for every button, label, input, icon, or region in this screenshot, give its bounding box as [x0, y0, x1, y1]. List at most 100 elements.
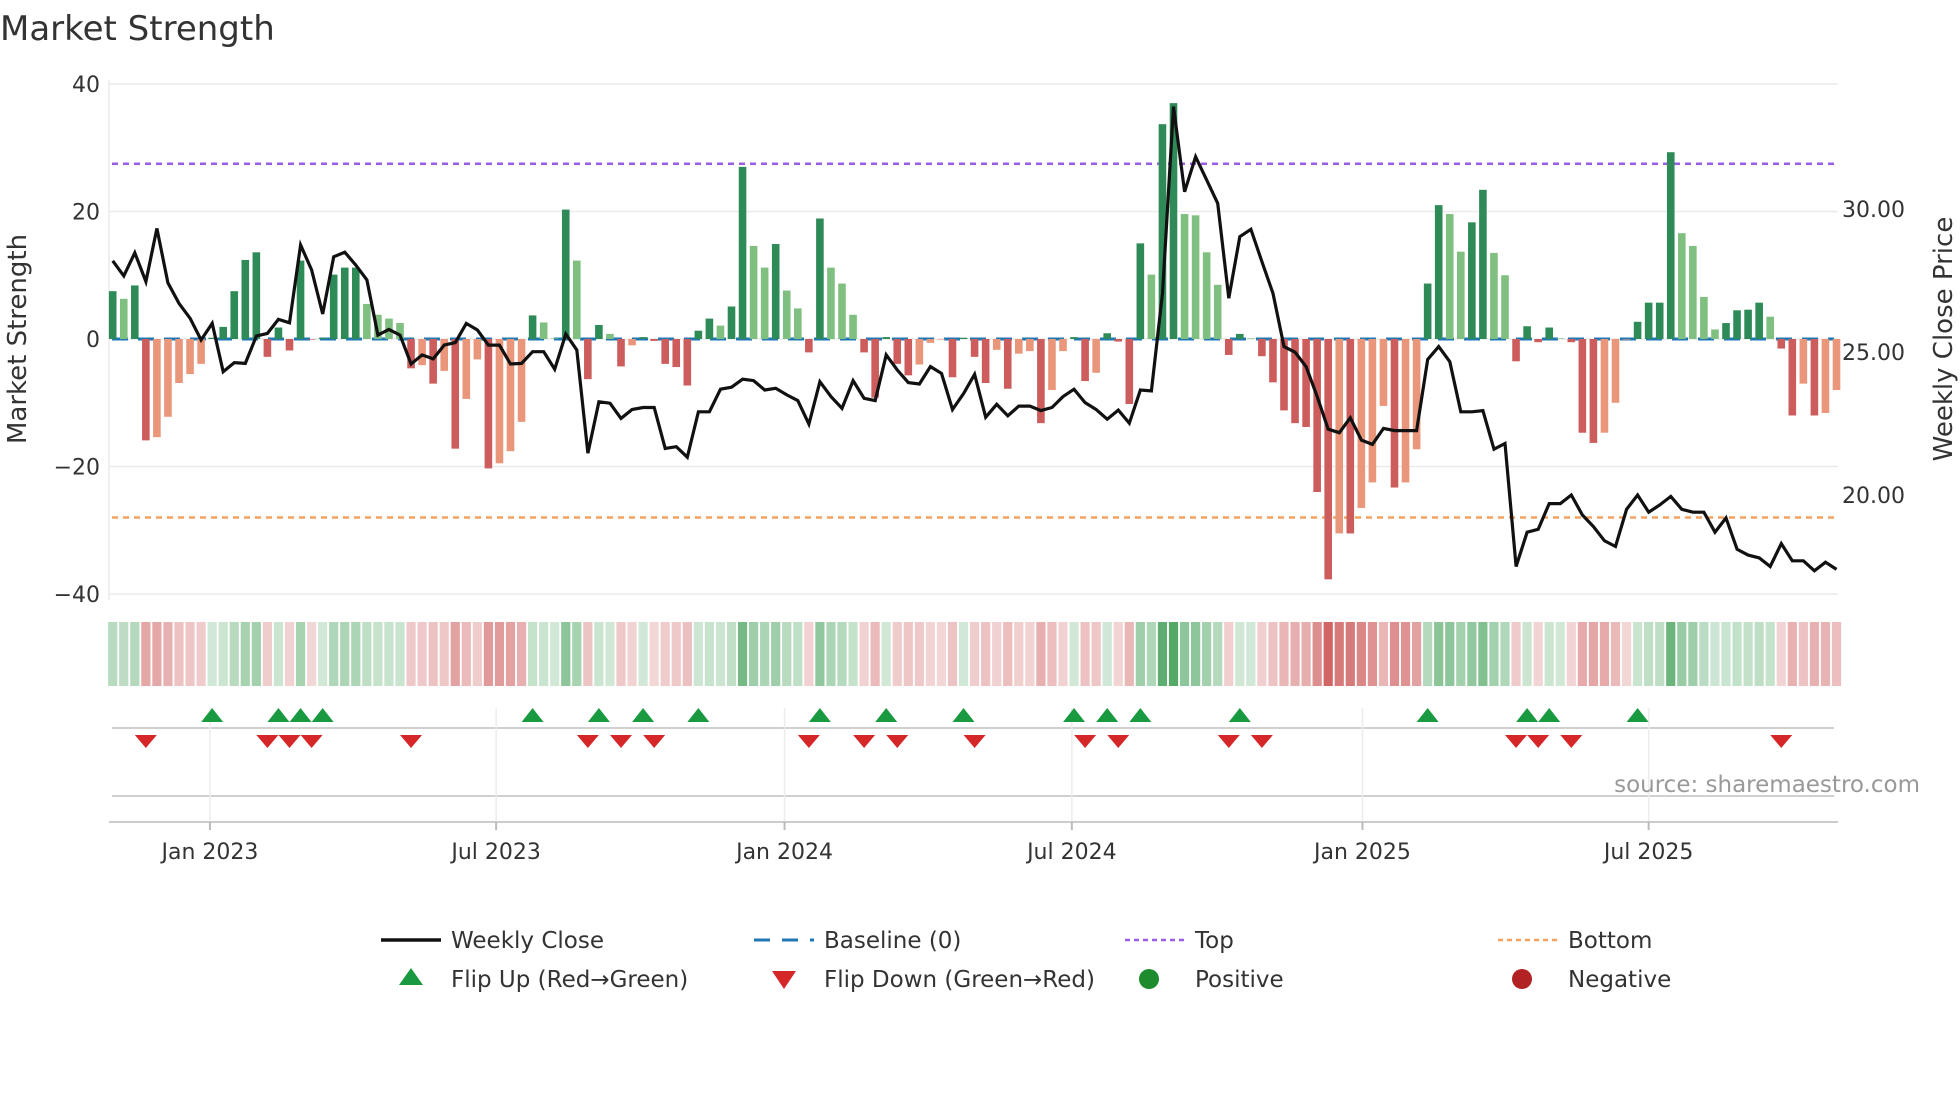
heat-cell: [760, 622, 770, 686]
heat-cell: [207, 622, 217, 686]
bar-positive: [108, 291, 117, 339]
bar-positive: [1700, 296, 1708, 339]
heat-cell: [1456, 622, 1466, 686]
heat-cell: [649, 622, 659, 686]
heat-cell: [130, 622, 140, 686]
y-tick-label: 40: [72, 73, 100, 98]
x-tick-label: Jul 2023: [449, 840, 541, 865]
heat-cell: [1179, 622, 1190, 686]
heat-cell: [1135, 622, 1145, 686]
heat-cell: [737, 622, 748, 686]
heat-cell: [373, 622, 383, 686]
bar-positive: [1070, 337, 1078, 339]
heat-cell: [1268, 622, 1278, 686]
bar-negative: [1269, 339, 1277, 383]
flip-up-marker: [687, 708, 710, 722]
heat-cell: [284, 622, 295, 686]
heat-cell: [273, 622, 284, 686]
flip-down-marker: [1107, 735, 1130, 748]
flip-down-marker: [576, 735, 599, 748]
heat-cell: [1191, 622, 1201, 686]
heat-cell: [1168, 622, 1179, 686]
bar-positive: [1213, 284, 1222, 339]
bar-negative: [860, 339, 868, 353]
bar-negative: [672, 339, 681, 368]
bar-negative: [462, 339, 471, 399]
heat-cell: [528, 622, 538, 686]
heat-cell: [1202, 622, 1212, 686]
heat-cell: [1025, 622, 1035, 686]
bar-negative: [1379, 339, 1388, 406]
bar-positive: [318, 337, 327, 339]
heat-cell: [1467, 622, 1477, 686]
flip-up-marker: [521, 708, 544, 722]
heat-cell: [1345, 622, 1355, 686]
bar-negative: [1622, 339, 1631, 340]
heat-cell: [925, 622, 935, 686]
heat-cell: [262, 622, 272, 686]
heat-cell: [1080, 622, 1090, 686]
heat-cell: [1511, 622, 1521, 686]
heat-cell: [1334, 622, 1344, 686]
heat-cell: [981, 622, 991, 686]
bar-negative: [1092, 339, 1100, 373]
heat-cell: [583, 622, 593, 686]
heat-cell: [782, 622, 792, 686]
heat-cell: [793, 622, 803, 686]
flip-up-marker: [1129, 708, 1152, 722]
bar-negative: [418, 339, 426, 366]
bar-negative: [307, 339, 316, 340]
bar-negative: [617, 339, 625, 367]
heat-cell: [295, 622, 306, 686]
heat-cell: [1776, 622, 1786, 686]
heat-cell: [1257, 622, 1267, 686]
heat-cell: [1666, 622, 1676, 686]
legend-label: Top: [1194, 928, 1234, 954]
heat-cell: [395, 622, 405, 686]
y-tick-label: 0: [86, 328, 100, 353]
heat-cell: [539, 622, 549, 686]
bar-positive: [241, 259, 250, 339]
bar-negative: [506, 339, 515, 452]
heat-cell: [605, 622, 615, 686]
legend-item-negative: Negative: [1512, 967, 1671, 993]
bar-positive: [573, 260, 581, 339]
heat-cell: [483, 622, 493, 686]
bar-negative: [1799, 339, 1808, 384]
heat-cell: [1036, 622, 1046, 686]
heat-cell: [815, 622, 825, 686]
heat-cell: [726, 622, 737, 686]
bar-negative: [1390, 339, 1399, 488]
heat-cell: [627, 622, 637, 686]
bar-positive: [340, 267, 349, 339]
bar-negative: [285, 339, 294, 351]
heat-cell: [1434, 622, 1444, 686]
bar-negative: [1401, 339, 1410, 483]
bar-positive: [882, 337, 890, 339]
market-strength-chart: Market Strength 40 20 0 −20 −40 30.00 25.00 20.…: [0, 9, 1959, 993]
heat-cell: [1820, 622, 1831, 686]
flip-up-marker: [311, 708, 334, 722]
bar-positive: [727, 306, 736, 339]
legend-label: Baseline (0): [824, 928, 961, 954]
bar-positive: [1103, 333, 1111, 339]
legend-item-flip_down: Flip Down (Green→Red): [772, 967, 1095, 993]
bar-negative: [263, 339, 272, 357]
bar-negative: [904, 339, 913, 376]
bar-negative: [429, 339, 437, 384]
bar-negative: [1534, 339, 1542, 343]
bar-positive: [1202, 252, 1211, 339]
bar-positive: [1644, 302, 1653, 339]
heat-cell: [108, 622, 118, 686]
heat-cell: [1610, 622, 1621, 686]
heat-cell: [1301, 622, 1311, 686]
bar-positive: [1191, 215, 1200, 339]
heat-cell: [660, 622, 670, 686]
heat-cell: [1754, 622, 1764, 686]
heat-cell: [185, 622, 195, 686]
strength-bars: [108, 103, 1841, 580]
bar-positive: [329, 274, 338, 339]
heat-cell: [152, 622, 162, 686]
heat-cell: [1765, 622, 1775, 686]
legend-label: Flip Up (Red→Green): [451, 967, 688, 993]
